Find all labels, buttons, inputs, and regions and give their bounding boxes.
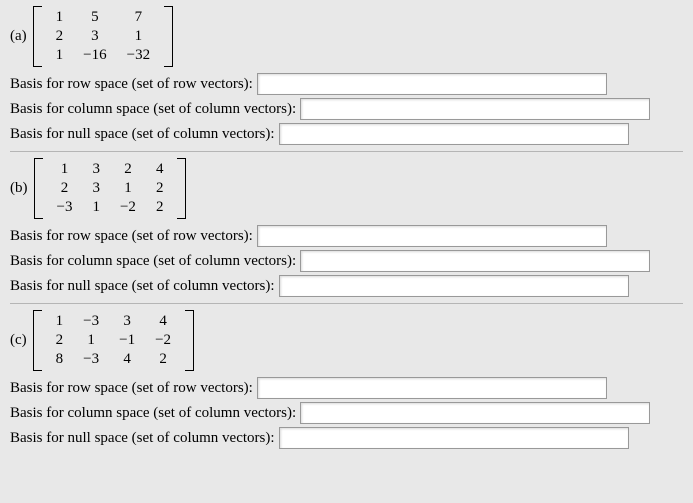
matrix-cell: 1 [73,331,109,350]
matrix-cell: 3 [73,27,116,46]
null-space-input[interactable] [279,427,629,449]
matrix-cell: 8 [46,350,74,369]
column-space-label: Basis for column space (set of column ve… [10,405,296,422]
matrix-cell: −3 [73,312,109,331]
matrix-cell: 1 [117,27,160,46]
column-space-input[interactable] [300,98,650,120]
bracket-right-icon [185,310,194,371]
matrix-cell: 4 [145,312,181,331]
divider [10,303,683,304]
answer-line-null: Basis for null space (set of column vect… [10,123,683,145]
matrix-cell: 3 [109,312,145,331]
matrix-cell: 4 [109,350,145,369]
part-label: (b) [10,180,28,197]
part-label: (c) [10,332,27,349]
matrix-cell: 1 [46,8,74,27]
matrix-cell: −3 [47,198,83,217]
row-space-input[interactable] [257,73,607,95]
matrix-row: (b) 1 3 2 4 2 3 1 2 −3 1 − [10,158,683,219]
matrix-cell: −2 [145,331,181,350]
matrix-cell: −3 [73,350,109,369]
answer-line-col: Basis for column space (set of column ve… [10,98,683,120]
matrix-cell: 1 [46,312,74,331]
matrix-row: (a) 1 5 7 2 3 1 1 −16 −32 [10,6,683,67]
answer-line-row: Basis for row space (set of row vectors)… [10,225,683,247]
divider [10,151,683,152]
column-space-input[interactable] [300,250,650,272]
column-space-label: Basis for column space (set of column ve… [10,101,296,118]
row-space-input[interactable] [257,377,607,399]
null-space-label: Basis for null space (set of column vect… [10,278,275,295]
row-space-label: Basis for row space (set of row vectors)… [10,76,253,93]
matrix: 1 5 7 2 3 1 1 −16 −32 [33,6,173,67]
matrix: 1 −3 3 4 2 1 −1 −2 8 −3 4 2 [33,310,194,371]
matrix-cell: 2 [145,350,181,369]
row-space-label: Basis for row space (set of row vectors)… [10,380,253,397]
matrix-cell: 3 [82,160,110,179]
column-space-label: Basis for column space (set of column ve… [10,253,296,270]
answer-line-null: Basis for null space (set of column vect… [10,275,683,297]
answer-line-col: Basis for column space (set of column ve… [10,402,683,424]
part-label: (a) [10,28,27,45]
matrix-body: 1 5 7 2 3 1 1 −16 −32 [46,8,160,65]
answer-line-col: Basis for column space (set of column ve… [10,250,683,272]
matrix: 1 3 2 4 2 3 1 2 −3 1 −2 2 [34,158,187,219]
row-space-label: Basis for row space (set of row vectors)… [10,228,253,245]
matrix-cell: 2 [47,179,83,198]
row-space-input[interactable] [257,225,607,247]
bracket-right-icon [177,158,186,219]
matrix-body: 1 3 2 4 2 3 1 2 −3 1 −2 2 [47,160,174,217]
matrix-cell: −16 [73,46,116,65]
matrix-cell: 3 [82,179,110,198]
null-space-label: Basis for null space (set of column vect… [10,126,275,143]
matrix-cell: 5 [73,8,116,27]
bracket-right-icon [164,6,173,67]
answer-line-row: Basis for row space (set of row vectors)… [10,73,683,95]
matrix-cell: 1 [47,160,83,179]
null-space-input[interactable] [279,275,629,297]
matrix-cell: 2 [46,331,74,350]
null-space-label: Basis for null space (set of column vect… [10,430,275,447]
bracket-left-icon [34,158,43,219]
matrix-row: (c) 1 −3 3 4 2 1 −1 −2 8 −3 [10,310,683,371]
problem-b: (b) 1 3 2 4 2 3 1 2 −3 1 − [10,158,683,297]
matrix-cell: 2 [146,198,174,217]
matrix-cell: 2 [110,160,146,179]
matrix-cell: −32 [117,46,160,65]
matrix-body: 1 −3 3 4 2 1 −1 −2 8 −3 4 2 [46,312,181,369]
answer-line-null: Basis for null space (set of column vect… [10,427,683,449]
answer-line-row: Basis for row space (set of row vectors)… [10,377,683,399]
bracket-left-icon [33,310,42,371]
matrix-cell: 2 [146,179,174,198]
null-space-input[interactable] [279,123,629,145]
problem-c: (c) 1 −3 3 4 2 1 −1 −2 8 −3 [10,310,683,449]
matrix-cell: −1 [109,331,145,350]
matrix-cell: 1 [46,46,74,65]
problem-a: (a) 1 5 7 2 3 1 1 −16 −32 [10,6,683,145]
bracket-left-icon [33,6,42,67]
matrix-cell: 4 [146,160,174,179]
matrix-cell: 7 [117,8,160,27]
column-space-input[interactable] [300,402,650,424]
matrix-cell: 2 [46,27,74,46]
matrix-cell: 1 [82,198,110,217]
matrix-cell: −2 [110,198,146,217]
matrix-cell: 1 [110,179,146,198]
